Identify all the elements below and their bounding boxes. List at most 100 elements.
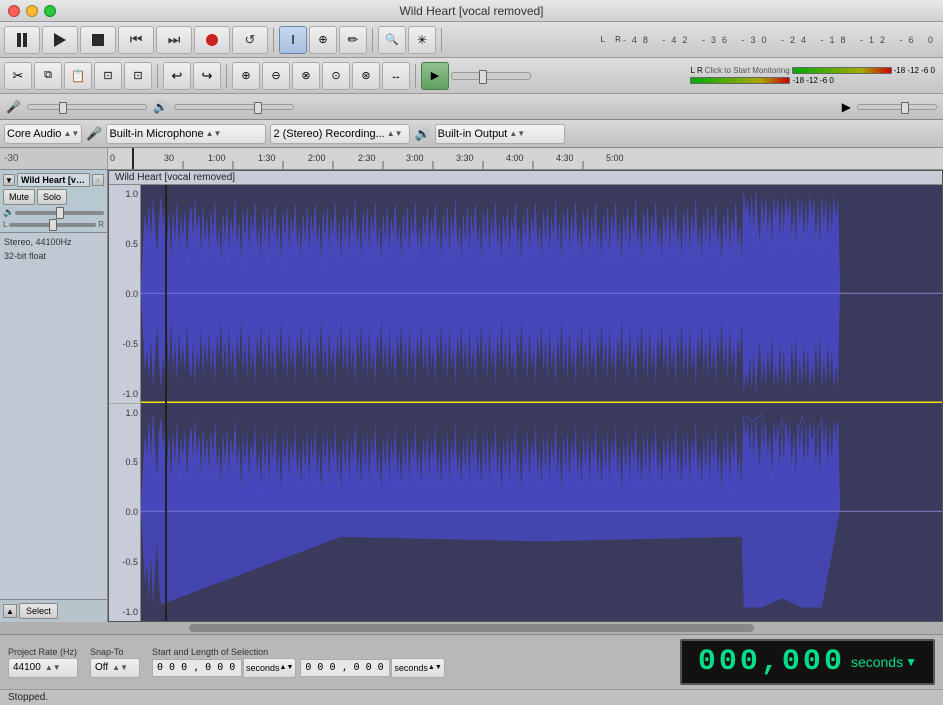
waveform-content[interactable]: 1.0 0.5 0.0 -0.5 -1.0 1.0 0.5 0.0 -0.5 [109, 185, 942, 621]
ruler-marks-area[interactable]: 0 30 1:00 1:30 2:00 2:30 3:00 [108, 148, 943, 169]
scrub-button[interactable]: ↔ [382, 62, 410, 90]
zoom-in-button[interactable]: ⊕ [232, 62, 260, 90]
project-rate-label: Project Rate (Hz) [8, 647, 78, 657]
bottom-controls: Project Rate (Hz) 44100 ▲▼ Snap-To Off ▲… [0, 634, 943, 705]
input-volume-slider[interactable] [27, 104, 147, 110]
silence-button[interactable]: ⊡ [124, 62, 152, 90]
pos1-input[interactable]: 0 0 0 , 0 0 0 [152, 659, 242, 677]
close-button[interactable] [8, 5, 20, 17]
track-name-label[interactable]: Wild Heart [voc... [17, 173, 90, 187]
gain-slider-thumb[interactable] [56, 207, 64, 219]
mic-icon-device: 🎤 [86, 126, 102, 142]
pan-slider-thumb[interactable] [49, 219, 57, 231]
output-volume-slider[interactable] [174, 104, 294, 110]
scale-neg-0-5: -0.5 [111, 339, 138, 349]
click-monitor-text[interactable]: Click to Start Monitoring [705, 66, 790, 75]
undo-button[interactable]: ↩ [163, 62, 191, 90]
monitor-slider-thumb[interactable] [901, 102, 909, 114]
waveform-panel: Wild Heart [vocal removed] 1.0 0.5 0.0 -… [108, 170, 943, 622]
meter-scale-top: -48 -42 -36 -30 -24 -18 -12 -6 0 [623, 35, 939, 45]
zoom-fit-button[interactable]: ⊗ [292, 62, 320, 90]
horizontal-scrollbar[interactable] [0, 622, 943, 634]
stop-button[interactable] [80, 26, 116, 54]
zoom-toggle-button[interactable]: ⊛ [352, 62, 380, 90]
waveform-canvas[interactable] [141, 185, 942, 621]
output-device-select[interactable]: Built-in Output ▲▼ [435, 124, 565, 144]
track-wrapper: ▼ Wild Heart [voc... × Mute Solo 🔊 [0, 170, 943, 622]
envelope-tool-button[interactable]: ⊕ [309, 26, 337, 54]
pause-button[interactable] [4, 26, 40, 54]
select-tool-button[interactable]: I [279, 26, 307, 54]
cut-button[interactable]: ✂ [4, 62, 32, 90]
redo-button[interactable]: ↪ [193, 62, 221, 90]
track-controls-panel: ▼ Wild Heart [voc... × Mute Solo 🔊 [0, 170, 108, 622]
maximize-button[interactable] [44, 5, 56, 17]
separator-2 [372, 28, 373, 52]
timeline-ruler: -30 0 30 1:00 1:30 [0, 148, 943, 170]
separator-5 [226, 64, 227, 88]
separator-3 [441, 28, 442, 52]
scale-neg-1-0: -1.0 [111, 389, 138, 399]
mute-button[interactable]: Mute [3, 189, 35, 205]
pos1-arrow: ▲▼ [280, 664, 294, 671]
monitor-volume-slider[interactable] [857, 104, 937, 110]
pos2-arrow: ▲▼ [428, 664, 442, 671]
scale2-neg-0-5: -0.5 [111, 557, 138, 567]
track-collapse-button[interactable]: ▼ [3, 174, 15, 186]
zoom-out-button[interactable]: ⊖ [262, 62, 290, 90]
solo-button[interactable]: Solo [37, 189, 67, 205]
input-slider-thumb[interactable] [59, 102, 67, 114]
speaker-icon-device: 🔊 [414, 126, 430, 142]
paste-button[interactable]: 📋 [64, 62, 92, 90]
input-device-select[interactable]: Built-in Microphone ▲▼ [106, 124, 266, 144]
project-rate-select[interactable]: 44100 ▲▼ [8, 658, 78, 678]
meter-lr-label: L [591, 35, 605, 44]
trim-button[interactable]: ⊡ [94, 62, 122, 90]
time-display[interactable]: 000,000 seconds ▼ [680, 639, 935, 685]
record-button[interactable] [194, 26, 230, 54]
waveform-scale: 1.0 0.5 0.0 -0.5 -1.0 1.0 0.5 0.0 -0.5 [109, 185, 141, 621]
snap-to-select[interactable]: Off ▲▼ [90, 658, 140, 678]
waveform-svg [141, 185, 942, 621]
draw-tool-button[interactable]: ✏ [339, 26, 367, 54]
gain-slider[interactable] [15, 211, 104, 215]
svg-text:3:00: 3:00 [406, 153, 424, 163]
track-expand-button[interactable]: ▲ [3, 604, 17, 618]
play-button[interactable] [42, 26, 78, 54]
multi-tool-button[interactable]: ✳ [408, 26, 436, 54]
skip-start-button[interactable]: ⏮ [118, 26, 154, 54]
pan-slider[interactable] [9, 223, 96, 227]
scale2-neg-1-0: -1.0 [111, 607, 138, 617]
output-slider-thumb[interactable] [254, 102, 262, 114]
svg-text:30: 30 [164, 153, 174, 163]
speed-slider-thumb[interactable] [479, 70, 487, 84]
track-spacer [0, 266, 107, 599]
scale2-0-5: 0.5 [111, 457, 138, 467]
pos1-unit-select[interactable]: seconds ▲▼ [243, 658, 296, 678]
skip-end-button[interactable]: ⏭ [156, 26, 192, 54]
pos2-unit-select[interactable]: seconds ▲▼ [391, 658, 444, 678]
track-close-button[interactable]: × [92, 174, 104, 186]
loop-button[interactable]: ↺ [232, 26, 268, 54]
scrollbar-thumb[interactable] [189, 624, 755, 632]
window-controls[interactable] [8, 5, 56, 17]
svg-text:4:00: 4:00 [506, 153, 524, 163]
audio-host-select[interactable]: Core Audio ▲▼ [4, 124, 82, 144]
scale-0-5: 0.5 [111, 239, 138, 249]
track-info-text: Stereo, 44100Hz32-bit float [4, 236, 103, 263]
recording-mode-select[interactable]: 2 (Stereo) Recording... ▲▼ [270, 124, 410, 144]
record-icon [206, 34, 218, 46]
minimize-button[interactable] [26, 5, 38, 17]
select-button[interactable]: Select [19, 603, 58, 619]
recording-mode-arrow: ▲▼ [387, 129, 403, 138]
zoom-selection-button[interactable]: ⊙ [322, 62, 350, 90]
db-marker: -30 [4, 153, 18, 164]
zoom-tool-button[interactable]: 🔍 [378, 26, 406, 54]
pan-l-label: L [3, 220, 7, 229]
svg-text:5:00: 5:00 [606, 153, 624, 163]
play-at-speed-button[interactable]: ▶ [421, 62, 449, 90]
pos2-input[interactable]: 0 0 0 , 0 0 0 [300, 659, 390, 677]
time-dropdown[interactable]: ▼ [905, 655, 917, 669]
copy-button[interactable]: ⧉ [34, 62, 62, 90]
time-digits: 000,000 [698, 645, 845, 679]
